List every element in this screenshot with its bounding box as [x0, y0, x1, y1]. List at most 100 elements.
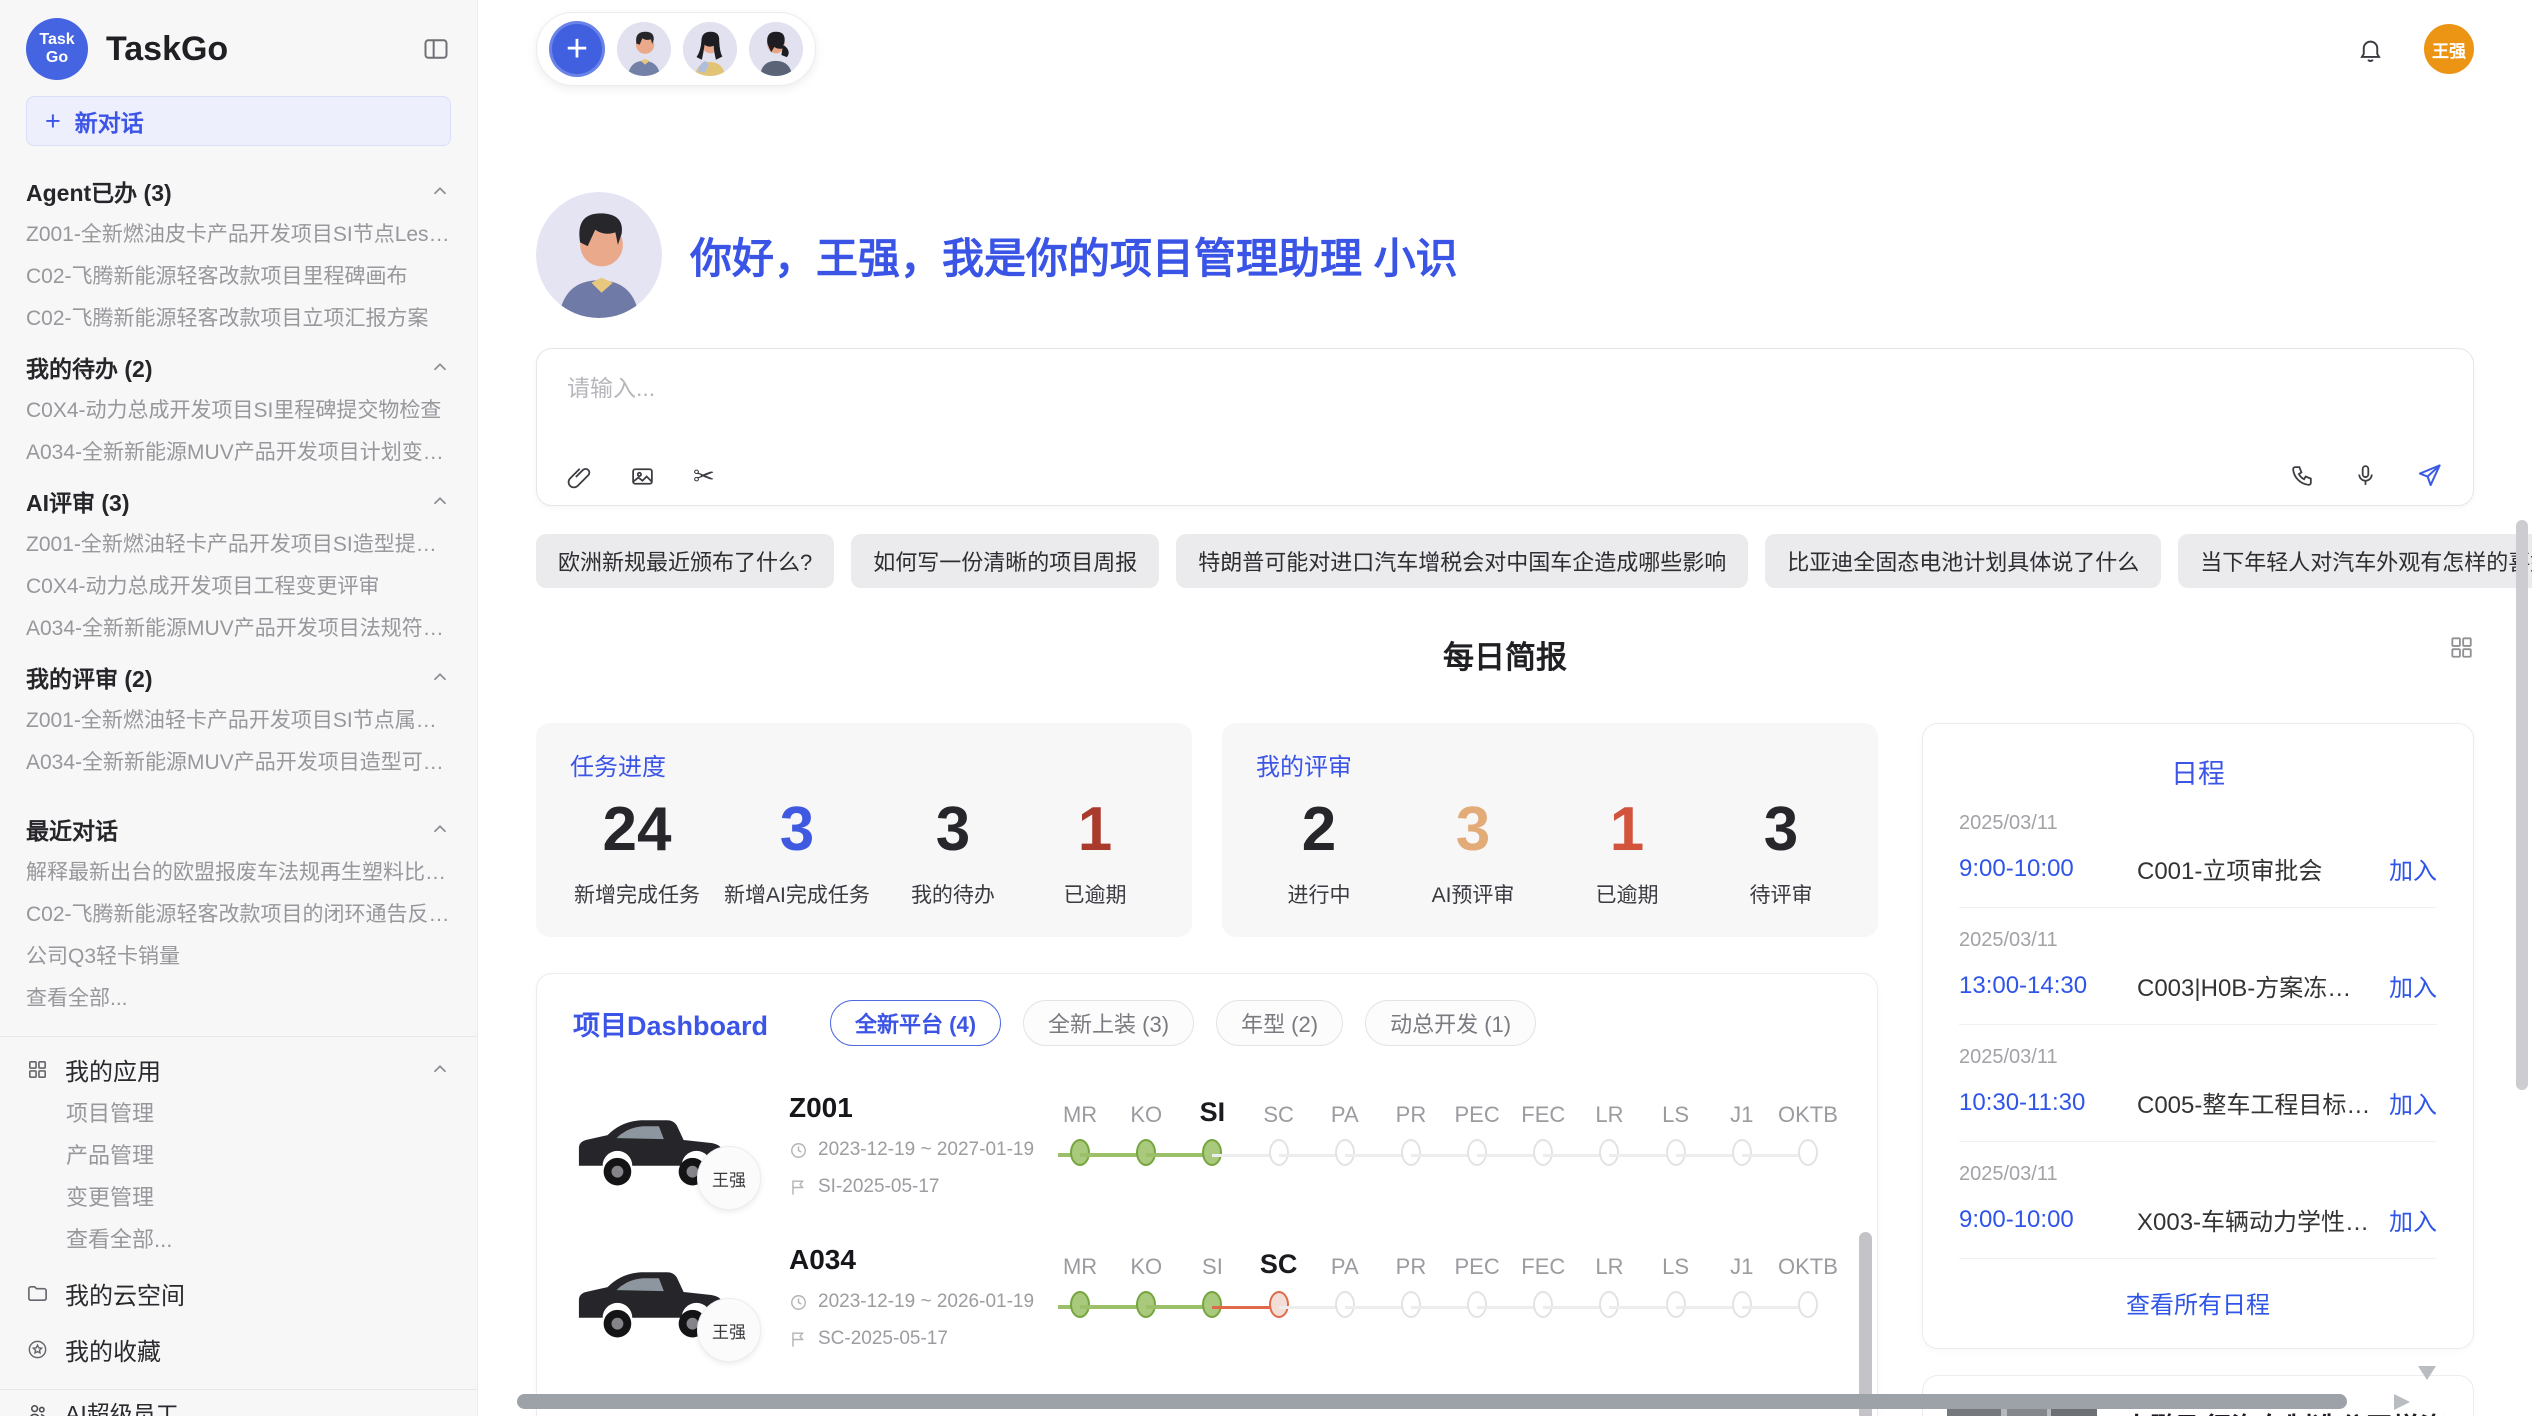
- section-title: 最近对话: [26, 812, 429, 846]
- chevron-up-icon[interactable]: [429, 818, 451, 840]
- sidebar-item-cloud-space[interactable]: 我的云空间: [26, 1269, 451, 1317]
- project-code: Z001: [789, 1092, 1037, 1124]
- chat-input[interactable]: [567, 375, 1880, 402]
- microphone-icon[interactable]: [2353, 463, 2378, 488]
- agent-avatar-3[interactable]: [749, 22, 803, 76]
- project-row-z001[interactable]: 王强 Z001 2023-12-19 ~ 2027-01-19 SI-2025-…: [573, 1092, 1841, 1198]
- user-avatar[interactable]: 王强: [2424, 24, 2474, 74]
- section-header-my-todo[interactable]: 我的待办 (2): [26, 344, 451, 390]
- vertical-scrollbar[interactable]: [2516, 520, 2528, 1090]
- project-dashboard-card: 项目Dashboard 全新平台 (4) 全新上装 (3) 年型 (2) 动总开…: [536, 973, 1878, 1416]
- tab-powertrain-dev[interactable]: 动总开发 (1): [1365, 1000, 1536, 1046]
- join-meeting-link[interactable]: 加入: [2389, 968, 2437, 1003]
- list-item[interactable]: 解释最新出台的欧盟报废车法规再生塑料比例被调至15%...: [26, 852, 451, 894]
- milestone-dot: [1401, 1291, 1421, 1318]
- stat-label: AI预评审: [1414, 879, 1532, 909]
- suggestion-chip[interactable]: 特朗普可能对进口汽车增税会对中国车企造成哪些影响: [1176, 534, 1748, 588]
- list-item[interactable]: C0X4-动力总成开发项目SI里程碑提交物检查: [26, 390, 451, 432]
- view-all-apps-link[interactable]: 查看全部...: [26, 1219, 451, 1261]
- agent-avatar-2[interactable]: [683, 22, 737, 76]
- sidebar-item-ai-super-staff[interactable]: AI超级员工: [26, 1390, 451, 1416]
- app-logo-line1: Task: [39, 31, 74, 49]
- new-chat-button[interactable]: + 新对话: [26, 96, 451, 146]
- join-meeting-link[interactable]: 加入: [2389, 851, 2437, 886]
- list-item[interactable]: A034-全新新能源MUV产品开发项目造型可行性评审: [26, 742, 451, 784]
- chevron-up-icon[interactable]: [429, 356, 451, 378]
- milestone-mr: MR: [1047, 1092, 1113, 1173]
- attachment-icon[interactable]: [567, 464, 592, 489]
- dashboard-scrollbar[interactable]: [1859, 1232, 1872, 1416]
- list-item[interactable]: A034-全新新能源MUV产品开发项目法规符合性评审: [26, 608, 451, 650]
- tab-new-platform[interactable]: 全新平台 (4): [830, 1000, 1001, 1046]
- sidebar-item-project-mgmt[interactable]: 项目管理: [26, 1093, 451, 1135]
- chevron-up-icon[interactable]: [429, 180, 451, 202]
- send-icon[interactable]: [2416, 462, 2443, 489]
- suggestion-chip[interactable]: 比亚迪全固态电池计划具体说了什么: [1765, 534, 2161, 588]
- tab-model-year[interactable]: 年型 (2): [1216, 1000, 1343, 1046]
- section-header-recent-chats[interactable]: 最近对话: [26, 806, 451, 852]
- project-row-a034[interactable]: 王强 A034 2023-12-19 ~ 2026-01-19 SC-2025-…: [573, 1244, 1841, 1350]
- greeting-text: 你好，王强，我是你的项目管理助理 小识: [690, 225, 1458, 286]
- list-item[interactable]: C0X4-动力总成开发项目工程变更评审: [26, 566, 451, 608]
- suggestion-chip[interactable]: 欧洲新规最近颁布了什么?: [536, 534, 834, 588]
- chevron-up-icon[interactable]: [429, 490, 451, 512]
- agent-avatar-group: +: [536, 12, 816, 86]
- milestone-si: SI: [1179, 1244, 1245, 1325]
- join-meeting-link[interactable]: 加入: [2389, 1085, 2437, 1120]
- event-time: 9:00-10:00: [1959, 1206, 2137, 1234]
- tab-new-body[interactable]: 全新上装 (3): [1023, 1000, 1194, 1046]
- sidebar-collapse-icon[interactable]: [421, 35, 451, 63]
- list-item[interactable]: C02-飞腾新能源轻客改款项目立项汇报方案: [26, 298, 451, 340]
- event-name: X003-车辆动力学性能验...: [2137, 1202, 2373, 1237]
- horizontal-scrollbar[interactable]: [517, 1394, 2347, 1409]
- chevron-up-icon[interactable]: [429, 1058, 451, 1080]
- list-item[interactable]: 公司Q3轻卡销量: [26, 936, 451, 978]
- milestone-dot: [1467, 1139, 1487, 1166]
- suggestion-chip[interactable]: 如何写一份清晰的项目周报: [851, 534, 1159, 588]
- chevron-up-icon[interactable]: [429, 666, 451, 688]
- list-item[interactable]: C02-飞腾新能源轻客改款项目里程碑画布: [26, 256, 451, 298]
- milestone-lr: LR: [1576, 1244, 1642, 1325]
- event-name: C001-立项审批会: [2137, 851, 2373, 886]
- list-item[interactable]: Z001-全新燃油轻卡产品开发项目SI造型提交物评审: [26, 524, 451, 566]
- scroll-right-arrow[interactable]: [2394, 1394, 2410, 1410]
- clock-icon: [789, 1141, 808, 1160]
- list-item[interactable]: Z001-全新燃油皮卡产品开发项目SI节点Lesson Learn报告: [26, 214, 451, 256]
- task-progress-card: 任务进度 24 新增完成任务 3 新增AI完成任务 3 我的待办: [536, 723, 1192, 937]
- section-title: Agent已办 (3): [26, 174, 429, 208]
- list-item[interactable]: Z001-全新燃油轻卡产品开发项目SI节点属性5D文件评审: [26, 700, 451, 742]
- notification-bell-icon[interactable]: [2357, 36, 2384, 63]
- sidebar-item-label: 我的收藏: [65, 1332, 451, 1367]
- scroll-down-indicator[interactable]: [2418, 1366, 2436, 1380]
- list-item[interactable]: A034-全新新能源MUV产品开发项目计划变更表编写: [26, 432, 451, 474]
- section-header-agent-done[interactable]: Agent已办 (3): [26, 168, 451, 214]
- add-agent-button[interactable]: +: [549, 21, 605, 77]
- stat-my-todo: 3 我的待办: [894, 794, 1012, 909]
- section-header-ai-review[interactable]: AI评审 (3): [26, 478, 451, 524]
- screenshot-scissors-icon[interactable]: ✂: [693, 463, 715, 489]
- list-item[interactable]: C02-飞腾新能源轻客改款项目的闭环通告反馈情况: [26, 894, 451, 936]
- view-all-chats-link[interactable]: 查看全部...: [26, 978, 451, 1020]
- section-header-my-review[interactable]: 我的评审 (2): [26, 654, 451, 700]
- stat-label: 已逾期: [1568, 879, 1686, 909]
- input-left-icons: ✂: [567, 463, 715, 489]
- event-date: 2025/03/11: [1959, 1163, 2437, 1186]
- join-meeting-link[interactable]: 加入: [2389, 1202, 2437, 1237]
- view-all-schedule-link[interactable]: 查看所有日程: [1959, 1259, 2437, 1320]
- card-title: 任务进度: [570, 747, 1158, 782]
- dashboard-header: 项目Dashboard 全新平台 (4) 全新上装 (3) 年型 (2) 动总开…: [573, 1000, 1841, 1046]
- stat-value: 3: [724, 794, 870, 865]
- project-owner-badge: 王强: [697, 1298, 761, 1362]
- suggestion-chip[interactable]: 当下年轻人对汽车外观有怎样的喜好趋势: [2178, 534, 2532, 588]
- sidebar-item-favorites[interactable]: 我的收藏: [26, 1325, 451, 1373]
- agent-avatar-1[interactable]: [617, 22, 671, 76]
- sidebar-item-product-mgmt[interactable]: 产品管理: [26, 1135, 451, 1177]
- sidebar-item-my-apps[interactable]: 我的应用: [26, 1045, 451, 1093]
- topbar: + 王强: [536, 14, 2474, 84]
- phone-icon[interactable]: [2290, 463, 2315, 488]
- milestone-dot: [1798, 1291, 1818, 1318]
- dashboard-tabs: 全新平台 (4) 全新上装 (3) 年型 (2) 动总开发 (1): [830, 1000, 1536, 1046]
- sidebar-item-change-mgmt[interactable]: 变更管理: [26, 1177, 451, 1219]
- layout-grid-icon[interactable]: [2448, 634, 2474, 660]
- image-upload-icon[interactable]: [630, 464, 655, 489]
